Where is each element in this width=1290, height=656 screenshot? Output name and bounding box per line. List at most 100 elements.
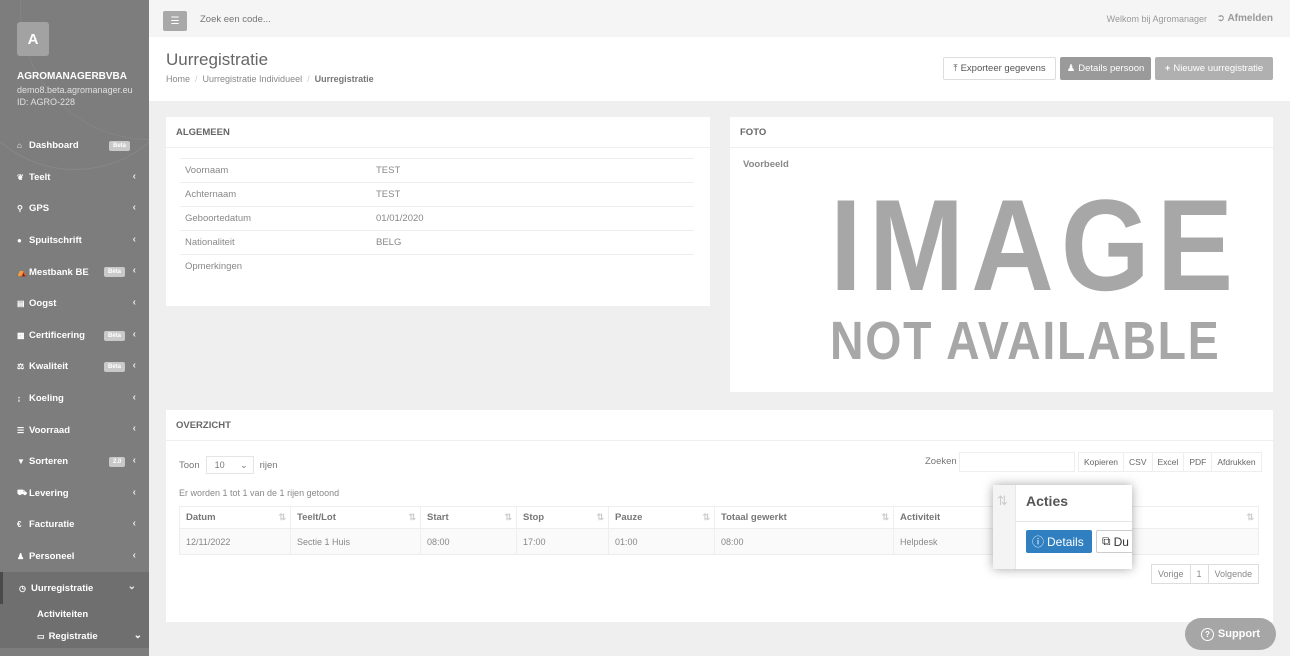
chevron-left-icon: ‹ xyxy=(132,265,136,277)
person-details-button[interactable]: ♟ Details persoon xyxy=(1060,57,1151,80)
info-value xyxy=(376,254,694,279)
sidebar-item-teelt[interactable]: ❦ Teelt ‹ xyxy=(0,162,149,194)
sidebar-item-label: Uurregistratie xyxy=(31,582,94,594)
info-label: Opmerkingen xyxy=(180,254,376,279)
leaf-icon: ❦ xyxy=(17,172,24,182)
copy-icon: ⧉ xyxy=(1102,534,1111,548)
previous-page-button[interactable]: Vorige xyxy=(1151,564,1191,584)
sidebar-subitem-label: Activiteiten xyxy=(37,609,89,621)
column-header-totaal-gewerkt[interactable]: Totaal gewerkt ⇅ xyxy=(714,506,894,529)
sidebar-item-kwaliteit[interactable]: ⚖ Kwaliteit Bèta ‹ xyxy=(0,351,149,383)
sidebar-subitem-activiteiten[interactable]: Activiteiten xyxy=(0,603,149,626)
column-header-stop[interactable]: Stop ⇅ xyxy=(516,506,609,529)
info-value: BELG xyxy=(376,230,694,255)
sidebar-item-koeling[interactable]: ↨ Koeling ‹ xyxy=(0,383,149,415)
user-icon: ♟ xyxy=(1066,63,1076,74)
logout-label: Afmelden xyxy=(1227,13,1273,24)
sidebar-item-personeel[interactable]: ♟ Personeel ‹ xyxy=(0,541,149,573)
details-label: Details xyxy=(1047,534,1084,549)
support-button[interactable]: ? Support xyxy=(1185,618,1276,650)
org-email: demo8.beta.agromanager.eu xyxy=(17,85,133,95)
copy-button[interactable]: Kopieren xyxy=(1078,452,1125,472)
overview-panel-title: OVERZICHT xyxy=(166,410,1273,441)
beta-badge: Beta xyxy=(109,141,131,151)
new-registration-button[interactable]: + Nieuwe uurregistratie xyxy=(1155,57,1273,80)
chevron-left-icon: ‹ xyxy=(132,486,136,498)
hamburger-icon: ☰ xyxy=(170,15,180,27)
duplicate-button[interactable]: ⧉ Du xyxy=(1096,530,1132,553)
excel-button[interactable]: Excel xyxy=(1151,452,1185,472)
welcome-text: Welkom bij Agromanager xyxy=(1106,14,1207,24)
table-info-text: Er worden 1 tot 1 van de 1 rijen getoond xyxy=(179,488,340,498)
home-icon: ⌂ xyxy=(17,141,22,151)
plus-icon: + xyxy=(1164,63,1171,74)
sidebar-subitem-registratie[interactable]: ▭ Registratie ⌄ xyxy=(0,625,149,648)
new-registration-label: Nieuwe uurregistratie xyxy=(1173,63,1264,74)
list-icon: ☰ xyxy=(17,425,25,435)
menu-toggle-button[interactable]: ☰ xyxy=(163,11,187,31)
topbar: ☰ Welkom bij Agromanager ➲ Afmelden xyxy=(149,0,1290,37)
export-data-button[interactable]: ⤒ Exporteer gegevens xyxy=(943,57,1056,80)
sidebar-item-label: Sorteren xyxy=(29,456,69,468)
info-value: TEST xyxy=(376,182,694,207)
org-info: demo8.beta.agromanager.eu ID: AGRO-228 xyxy=(17,84,133,108)
certificate-icon: ▩ xyxy=(17,330,25,340)
sort-icon: ⇅ xyxy=(702,512,709,522)
sidebar-item-dashboard[interactable]: ⌂ Dashboard Beta xyxy=(0,130,149,162)
placeholder-not-available-text: NOT AVAILABLE xyxy=(830,311,1221,371)
sidebar-item-spuitschrift[interactable]: ● Spuitschrift ‹ xyxy=(0,225,149,257)
details-button[interactable]: ⓘ Details xyxy=(1026,530,1092,553)
sidebar-item-voorraad[interactable]: ☰ Voorraad ‹ xyxy=(0,414,149,446)
sidebar-item-label: Kwaliteit xyxy=(29,361,69,373)
rijen-label: rijen xyxy=(259,459,278,471)
info-icon: ⓘ xyxy=(1032,535,1045,549)
page-1-button[interactable]: 1 xyxy=(1189,564,1209,584)
sidebar-subitem-label: Registratie xyxy=(48,631,98,643)
drop-icon: ● xyxy=(17,236,22,246)
divider xyxy=(1016,521,1132,522)
column-header-pauze[interactable]: Pauze ⇅ xyxy=(608,506,715,529)
breadcrumb-uurregistratie-individueel[interactable]: Uurregistratie Individueel xyxy=(203,74,303,84)
rows-per-page-value: 10 xyxy=(214,460,225,470)
sidebar-item-facturatie[interactable]: € Facturatie ‹ xyxy=(0,509,149,541)
cell-teelt-lot: Sectie 1 Huis xyxy=(290,528,421,555)
chevron-left-icon: ‹ xyxy=(132,328,136,340)
breadcrumb-home[interactable]: Home xyxy=(166,74,190,84)
sidebar-item-sorteren[interactable]: ▼ Sorteren 2.0 ‹ xyxy=(0,446,149,478)
sidebar-item-uurregistratie[interactable]: ◷ Uurregistratie ⌄ xyxy=(0,572,149,604)
sidebar-item-certificering[interactable]: ▩ Certificering Bèta ‹ xyxy=(0,320,149,352)
general-panel-title: ALGEMEEN xyxy=(166,117,710,148)
sort-icon: ⇅ xyxy=(278,512,285,522)
info-row: Achternaam TEST xyxy=(180,182,694,207)
column-header-datum[interactable]: Datum ⇅ xyxy=(179,506,291,529)
next-page-button[interactable]: Volgende xyxy=(1207,564,1260,584)
sort-column-strip: ⇅ xyxy=(993,485,1016,569)
print-button[interactable]: Afdrukken xyxy=(1211,452,1262,472)
cell-stop: 17:00 xyxy=(516,528,609,555)
sidebar-item-gps[interactable]: ⚲ GPS ‹ xyxy=(0,193,149,225)
pdf-button[interactable]: PDF xyxy=(1183,452,1213,472)
column-label: Datum xyxy=(186,512,216,523)
avatar[interactable]: A xyxy=(17,22,49,56)
chevron-down-icon: ⌄ xyxy=(127,581,136,593)
sidebar-item-levering[interactable]: ⛟ Levering ‹ xyxy=(0,478,149,510)
csv-button[interactable]: CSV xyxy=(1123,452,1153,472)
column-header-start[interactable]: Start ⇅ xyxy=(420,506,517,529)
info-row: Nationaliteit BELG xyxy=(180,230,694,255)
info-row: Voornaam TEST xyxy=(180,158,694,183)
code-search-input[interactable] xyxy=(200,14,400,25)
beta-badge: Bèta xyxy=(104,267,126,278)
table-search-input[interactable] xyxy=(959,452,1075,472)
sidebar-item-oogst[interactable]: ▤ Oogst ‹ xyxy=(0,288,149,320)
sidebar-item-label: GPS xyxy=(29,203,50,215)
rows-per-page-select[interactable]: 10 ⌄ xyxy=(205,456,254,474)
sidebar-item-label: Levering xyxy=(29,487,69,499)
chevron-left-icon: ‹ xyxy=(132,423,136,435)
logout-link[interactable]: ➲ Afmelden xyxy=(1217,13,1273,24)
sidebar-item-mestbank[interactable]: ⛺ Mestbank BE Bèta ‹ xyxy=(0,256,149,288)
info-label: Geboortedatum xyxy=(180,206,376,231)
version-badge: 2.0 xyxy=(109,456,126,467)
column-header-teelt-lot[interactable]: Teelt/Lot ⇅ xyxy=(290,506,421,529)
general-info-table: Voornaam TEST Achternaam TEST Geboortedatu… xyxy=(180,158,694,279)
sidebar-nav: ⌂ Dashboard Beta ❦ Teelt ‹ ⚲ GPS ‹ ● Spu… xyxy=(0,130,149,648)
